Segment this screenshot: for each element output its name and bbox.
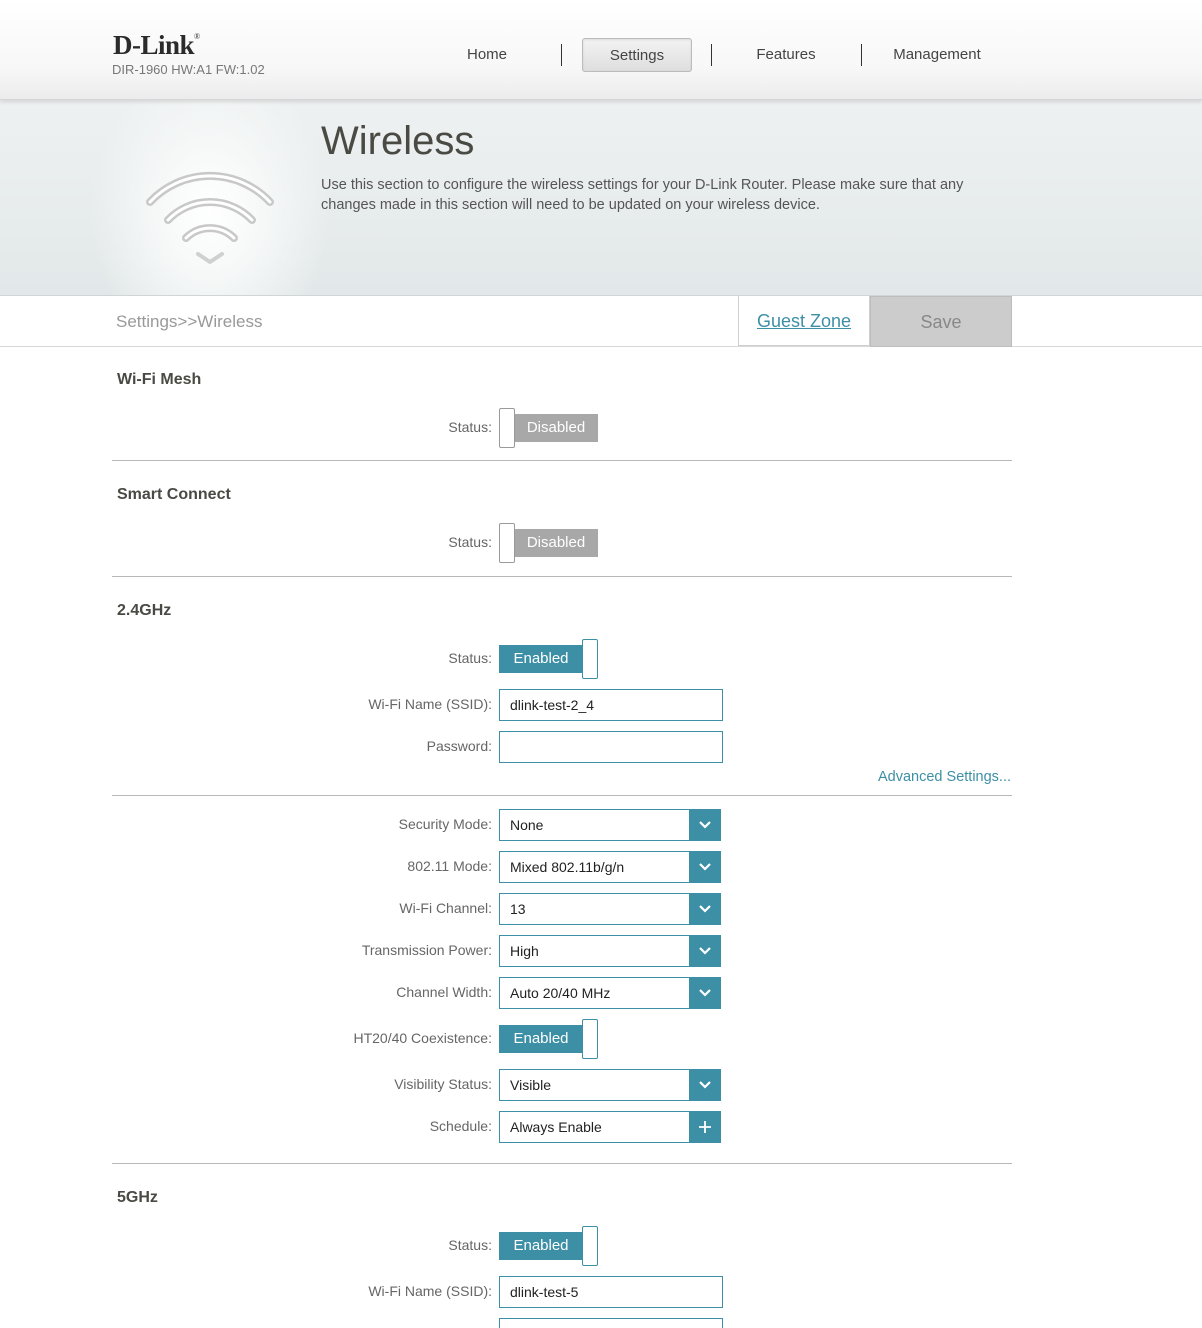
section-title-5ghz: 5GHz (117, 1189, 158, 1206)
toggle-state-text: Disabled (514, 529, 598, 557)
page-description: Use this section to configure the wirele… (321, 177, 964, 213)
security-mode-select[interactable]: None (499, 809, 721, 841)
wifi-mesh-status-toggle[interactable]: Disabled (499, 408, 599, 448)
transmission-power-select[interactable]: High (499, 935, 721, 967)
visibility-status-select[interactable]: Visible (499, 1069, 721, 1101)
section-divider (112, 576, 1012, 577)
select-value: Visible (510, 1077, 551, 1093)
nav-features[interactable]: Features (731, 38, 841, 72)
nav-management[interactable]: Management (882, 38, 992, 72)
chevron-down-icon[interactable] (689, 1070, 720, 1100)
select-value: Mixed 802.11b/g/n (510, 859, 625, 875)
band5-ssid-label: Wi-Fi Name (SSID): (368, 1283, 492, 1299)
band5-status-toggle[interactable]: Enabled (499, 1226, 599, 1266)
guest-zone-button[interactable]: Guest Zone (738, 296, 870, 346)
section-divider (112, 1163, 1012, 1164)
toggle-knob (582, 1019, 598, 1059)
select-value: None (510, 817, 544, 833)
security-mode-label: Security Mode: (398, 816, 492, 832)
toggle-knob (582, 639, 598, 679)
toggle-state-text: Enabled (499, 645, 583, 673)
wifi-icon (146, 171, 274, 264)
top-header: D-Link® DIR-1960 HW:A1 FW:1.02 Home Sett… (0, 0, 1202, 100)
device-model-info: DIR-1960 HW:A1 FW:1.02 (112, 62, 265, 77)
save-button[interactable]: Save (870, 296, 1012, 347)
nav-home[interactable]: Home (432, 38, 542, 72)
band5-password-input[interactable] (499, 1318, 723, 1328)
nav-separator (711, 44, 712, 66)
wireless-mode-select[interactable]: Mixed 802.11b/g/n (499, 851, 721, 883)
band24-password-label: Password: (426, 738, 492, 754)
select-value: Always Enable (510, 1119, 602, 1135)
smart-connect-status-label: Status: (448, 534, 492, 550)
plus-icon[interactable] (689, 1112, 720, 1142)
schedule-label: Schedule: (429, 1118, 492, 1134)
chevron-down-icon[interactable] (689, 810, 720, 840)
channel-width-label: Channel Width: (396, 984, 492, 1000)
band5-ssid-input[interactable] (499, 1276, 723, 1308)
breadcrumb-bar: Settings>>Wireless Guest Zone Save (0, 296, 1202, 347)
chevron-down-icon[interactable] (689, 936, 720, 966)
advanced-settings-link[interactable]: Advanced Settings... (878, 769, 1011, 785)
nav-settings[interactable]: Settings (582, 38, 692, 72)
section-title-2-4ghz: 2.4GHz (117, 602, 172, 619)
select-value: 13 (510, 901, 526, 917)
band5-status-label: Status: (448, 1237, 492, 1253)
section-title-wifi-mesh: Wi-Fi Mesh (117, 371, 202, 388)
ht2040-coexistence-toggle[interactable]: Enabled (499, 1019, 599, 1059)
band24-password-input[interactable] (499, 731, 723, 763)
nav-separator (861, 44, 862, 66)
schedule-select[interactable]: Always Enable (499, 1111, 721, 1143)
wifi-channel-select[interactable]: 13 (499, 893, 721, 925)
page-banner: Wireless Use this section to configure t… (0, 100, 1202, 296)
band24-status-label: Status: (448, 650, 492, 666)
transmission-power-label: Transmission Power: (361, 942, 492, 958)
chevron-down-icon[interactable] (689, 894, 720, 924)
toggle-state-text: Disabled (514, 414, 598, 442)
band24-ssid-input[interactable] (499, 689, 723, 721)
toggle-state-text: Enabled (499, 1025, 583, 1053)
chevron-down-icon[interactable] (689, 852, 720, 882)
select-value: High (510, 943, 539, 959)
chevron-down-icon[interactable] (689, 978, 720, 1008)
section-title-smart-connect: Smart Connect (117, 486, 231, 503)
wifi-mesh-status-label: Status: (448, 419, 492, 435)
nav-separator (561, 44, 562, 66)
channel-width-select[interactable]: Auto 20/40 MHz (499, 977, 721, 1009)
wireless-mode-label: 802.11 Mode: (407, 858, 492, 874)
smart-connect-status-toggle[interactable]: Disabled (499, 523, 599, 563)
toggle-knob (499, 408, 515, 448)
section-divider (112, 795, 1012, 796)
toggle-state-text: Enabled (499, 1232, 583, 1260)
ht2040-coexistence-label: HT20/40 Coexistence: (353, 1030, 492, 1046)
band24-status-toggle[interactable]: Enabled (499, 639, 599, 679)
toggle-knob (582, 1226, 598, 1266)
visibility-status-label: Visibility Status: (394, 1076, 492, 1092)
select-value: Auto 20/40 MHz (510, 985, 611, 1001)
section-divider (112, 460, 1012, 461)
toggle-knob (499, 523, 515, 563)
dlink-logo: D-Link® (113, 30, 200, 60)
band24-ssid-label: Wi-Fi Name (SSID): (368, 696, 492, 712)
page-title: Wireless (321, 119, 475, 163)
wifi-channel-label: Wi-Fi Channel: (399, 900, 492, 916)
breadcrumb: Settings>>Wireless (116, 312, 263, 331)
